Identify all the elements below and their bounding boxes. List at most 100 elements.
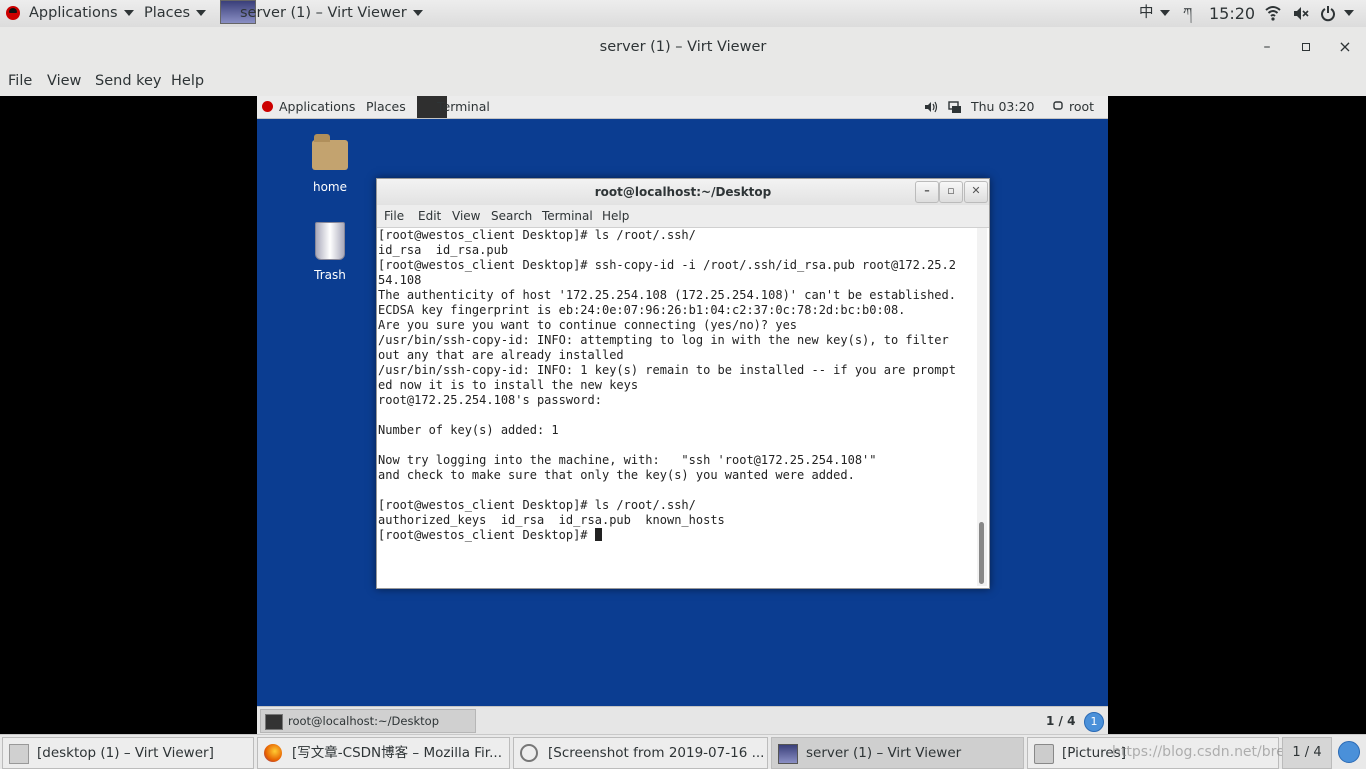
guest-user-menu[interactable]: root: [1069, 96, 1094, 118]
terminal-menu-help[interactable]: Help: [602, 205, 629, 227]
terminal-line: [root@westos_client Desktop]# ssh-copy-i…: [378, 258, 956, 272]
host-clock[interactable]: 15:20: [1209, 0, 1255, 27]
host-task-firefox[interactable]: [写文章-CSDN博客 – Mozilla Fir...: [257, 737, 510, 769]
image-viewer-icon: [520, 744, 538, 762]
terminal-line: The authenticity of host '172.25.254.108…: [378, 288, 956, 302]
terminal-line: /usr/bin/ssh-copy-id: INFO: 1 key(s) rem…: [378, 363, 956, 377]
file-manager-icon: [1034, 744, 1054, 764]
terminal-line: /usr/bin/ssh-copy-id: INFO: attempting t…: [378, 333, 949, 347]
viewer-menubar: File View Send key Help: [0, 67, 1366, 96]
terminal-title: root@localhost:~/Desktop: [594, 185, 772, 199]
terminal-line: Are you sure you want to continue connec…: [378, 318, 798, 332]
terminal-prompt-line: [root@westos_client Desktop]#: [378, 528, 974, 543]
terminal-output[interactable]: [root@westos_client Desktop]# ls /root/.…: [378, 228, 974, 586]
maximize-button[interactable]: [1291, 27, 1321, 67]
terminal-menu-edit[interactable]: Edit: [418, 205, 441, 227]
guest-taskbar-terminal[interactable]: root@localhost:~/Desktop: [260, 709, 476, 733]
terminal-cursor: [594, 528, 602, 541]
chevron-down-icon: [1344, 10, 1354, 16]
volume-muted-icon[interactable]: [1292, 0, 1310, 27]
minimize-button[interactable]: –: [1252, 27, 1282, 67]
guest-active-task[interactable]: Terminal: [437, 96, 490, 118]
terminal-close-button[interactable]: ✕: [964, 181, 988, 203]
terminal-menubar: File Edit View Search Terminal Help: [377, 205, 989, 228]
terminal-line: 54.108: [378, 273, 422, 287]
host-applications-label: Applications: [29, 5, 118, 21]
terminal-line: [root@westos_client Desktop]# ls /root/.…: [378, 498, 696, 512]
trash-icon: [315, 222, 345, 260]
viewer-titlebar: server (1) – Virt Viewer – ×: [0, 27, 1366, 67]
host-active-window-menu[interactable]: server (1) – Virt Viewer: [240, 0, 423, 27]
host-notification-icon[interactable]: [1338, 741, 1360, 763]
viewer-window-title: server (1) – Virt Viewer: [599, 39, 767, 55]
terminal-line: Number of key(s) added: 1: [378, 423, 559, 437]
host-task-label: server (1) – Virt Viewer: [806, 745, 962, 761]
host-applications-menu[interactable]: Applications: [29, 0, 134, 27]
redhat-logo-icon: [262, 101, 273, 112]
keyboard-layout-label: ཀ: [1183, 6, 1193, 21]
guest-bottom-panel: root@localhost:~/Desktop 1 / 4 1: [257, 706, 1108, 734]
guest-notification-badge[interactable]: 1: [1084, 712, 1104, 732]
guest-applications-menu[interactable]: Applications: [279, 96, 355, 118]
host-task-label: [desktop (1) – Virt Viewer]: [37, 745, 214, 761]
system-menu-chevron[interactable]: [1338, 0, 1354, 27]
terminal-line: Now try logging into the machine, with: …: [378, 453, 877, 467]
input-method-label: 中: [1139, 5, 1154, 21]
chevron-down-icon: [196, 10, 207, 16]
terminal-menu-file[interactable]: File: [384, 205, 404, 227]
monitor-icon: [778, 744, 798, 764]
terminal-prompt: [root@westos_client Desktop]#: [378, 528, 595, 542]
input-method-indicator[interactable]: 中: [1139, 0, 1170, 27]
terminal-minimize-button[interactable]: –: [915, 181, 939, 203]
desktop-icon-trash[interactable]: Trash: [295, 222, 365, 282]
terminal-line: out any that are already installed: [378, 348, 624, 362]
host-top-panel: Applications Places server (1) – Virt Vi…: [0, 0, 1366, 28]
host-task-label: [Screenshot from 2019-07-16 ...: [548, 745, 765, 761]
host-task-server-viewer[interactable]: server (1) – Virt Viewer: [771, 737, 1024, 769]
menu-help[interactable]: Help: [171, 67, 204, 96]
host-task-screenshot[interactable]: [Screenshot from 2019-07-16 ...: [513, 737, 768, 769]
terminal-window[interactable]: root@localhost:~/Desktop – ▫ ✕ File Edit…: [376, 178, 990, 589]
home-folder-icon: [312, 134, 348, 170]
terminal-titlebar: root@localhost:~/Desktop – ▫ ✕: [377, 179, 989, 205]
wifi-icon[interactable]: [1265, 0, 1281, 27]
terminal-line: ed now it is to install the new keys: [378, 378, 639, 392]
guest-user-icon[interactable]: [1053, 96, 1063, 118]
desktop-icon-label: Trash: [314, 268, 346, 282]
firefox-icon: [264, 744, 282, 762]
menu-view[interactable]: View: [47, 67, 81, 96]
terminal-menu-search[interactable]: Search: [491, 205, 532, 227]
guest-clock[interactable]: Thu 03:20: [971, 96, 1034, 118]
terminal-maximize-button[interactable]: ▫: [939, 181, 963, 203]
guest-taskbar-label: root@localhost:~/Desktop: [288, 714, 439, 728]
menu-file[interactable]: File: [8, 67, 32, 96]
terminal-scrollbar-thumb[interactable]: [979, 522, 984, 584]
terminal-icon: [265, 714, 283, 730]
terminal-menu-view[interactable]: View: [452, 205, 480, 227]
host-places-menu[interactable]: Places: [144, 0, 207, 27]
host-task-desktop-viewer[interactable]: [desktop (1) – Virt Viewer]: [2, 737, 254, 769]
terminal-line: [root@westos_client Desktop]# ls /root/.…: [378, 228, 696, 242]
terminal-line: and check to make sure that only the key…: [378, 468, 855, 482]
host-workspace-indicator[interactable]: 1 / 4: [1282, 737, 1332, 769]
terminal-line: ECDSA key fingerprint is eb:24:0e:07:96:…: [378, 303, 906, 317]
guest-network-icon[interactable]: [948, 96, 962, 118]
desktop-icon-home[interactable]: home: [295, 134, 365, 194]
menu-send-key[interactable]: Send key: [95, 67, 162, 96]
guest-top-panel: Applications Places Terminal Thu 03:20 r…: [257, 96, 1108, 119]
chevron-down-icon: [412, 10, 423, 16]
keyboard-layout-indicator[interactable]: ཀ: [1183, 0, 1192, 27]
guest-volume-icon[interactable]: [924, 96, 938, 118]
chevron-down-icon: [123, 10, 134, 16]
monitor-icon: [9, 744, 29, 764]
power-icon[interactable]: [1321, 0, 1335, 27]
redhat-logo-icon: [6, 6, 20, 20]
terminal-line: id_rsa id_rsa.pub: [378, 243, 509, 257]
terminal-menu-terminal[interactable]: Terminal: [542, 205, 593, 227]
guest-places-menu[interactable]: Places: [366, 96, 406, 118]
close-button[interactable]: ×: [1330, 27, 1360, 67]
guest-display[interactable]: Applications Places Terminal Thu 03:20 r…: [257, 96, 1108, 734]
guest-workspace-indicator[interactable]: 1 / 4: [1046, 707, 1075, 734]
